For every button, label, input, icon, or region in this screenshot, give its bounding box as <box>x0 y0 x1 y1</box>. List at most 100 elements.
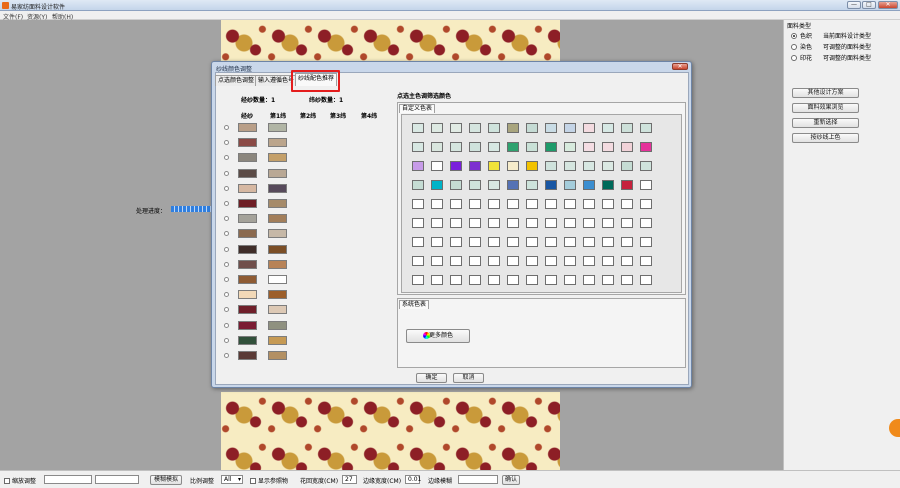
palette-color-cell[interactable] <box>450 256 462 266</box>
palette-color-cell[interactable] <box>602 275 614 285</box>
palette-color-cell[interactable] <box>450 218 462 228</box>
palette-color-cell[interactable] <box>583 218 595 228</box>
fabric-type-option-dyed[interactable]: 染色 可调整的面料类型 <box>791 42 871 51</box>
palette-color-cell[interactable] <box>412 180 424 190</box>
palette-color-cell[interactable] <box>640 218 652 228</box>
palette-color-cell[interactable] <box>507 256 519 266</box>
palette-color-cell[interactable] <box>583 142 595 152</box>
palette-color-cell[interactable] <box>412 142 424 152</box>
weft-color-swatch[interactable] <box>268 199 287 208</box>
palette-color-cell[interactable] <box>412 256 424 266</box>
color-by-yarn-button[interactable]: 按纱线上色 <box>792 133 859 143</box>
weft-color-swatch[interactable] <box>268 153 287 163</box>
radio-dyed[interactable] <box>791 43 797 50</box>
weft-color-swatch[interactable] <box>268 138 287 148</box>
palette-color-cell[interactable] <box>507 161 519 171</box>
warp-color-swatch[interactable] <box>238 320 257 330</box>
palette-color-cell[interactable] <box>545 218 557 228</box>
palette-color-cell[interactable] <box>507 275 519 285</box>
palette-color-cell[interactable] <box>507 237 519 247</box>
zoom-slider-secondary[interactable] <box>95 475 139 484</box>
yarn-row-radio[interactable] <box>224 337 229 343</box>
palette-color-cell[interactable] <box>507 180 519 190</box>
dialog-close-button[interactable]: ✕ <box>672 63 688 70</box>
zoom-slider[interactable] <box>44 475 92 484</box>
palette-color-cell[interactable] <box>602 161 614 171</box>
palette-color-cell[interactable] <box>469 161 481 171</box>
warp-color-swatch[interactable] <box>238 199 257 208</box>
palette-color-cell[interactable] <box>469 275 481 285</box>
palette-color-cell[interactable] <box>431 161 443 171</box>
palette-color-cell[interactable] <box>621 218 633 228</box>
warp-color-swatch[interactable] <box>238 183 257 193</box>
palette-color-cell[interactable] <box>545 275 557 285</box>
confirm-button[interactable]: 确认 <box>502 475 520 485</box>
yarn-row-radio[interactable] <box>224 246 229 252</box>
palette-color-cell[interactable] <box>450 180 462 190</box>
palette-color-cell[interactable] <box>621 237 633 247</box>
warp-color-swatch[interactable] <box>238 275 257 284</box>
palette-color-cell[interactable] <box>526 142 538 152</box>
palette-color-cell[interactable] <box>545 256 557 266</box>
palette-color-cell[interactable] <box>488 275 500 285</box>
palette-color-cell[interactable] <box>564 180 576 190</box>
palette-color-cell[interactable] <box>545 161 557 171</box>
ratio-select[interactable]: All ▾ <box>221 475 243 484</box>
yarn-row-radio[interactable] <box>224 277 229 282</box>
weft-color-swatch[interactable] <box>268 123 287 132</box>
palette-color-cell[interactable] <box>507 123 519 133</box>
weft-color-swatch[interactable] <box>268 168 287 178</box>
palette-color-cell[interactable] <box>583 237 595 247</box>
palette-color-cell[interactable] <box>412 199 424 209</box>
yarn-row-radio[interactable] <box>224 261 229 267</box>
palette-color-cell[interactable] <box>450 142 462 152</box>
palette-color-cell[interactable] <box>602 256 614 266</box>
minimize-button[interactable]: — <box>847 1 861 9</box>
warp-color-swatch[interactable] <box>238 123 257 132</box>
warp-color-swatch[interactable] <box>238 153 257 163</box>
palette-color-cell[interactable] <box>621 180 633 190</box>
tab-click-color-adjust[interactable]: 点选颜色调整 <box>215 75 258 86</box>
zoom-adjust-toggle[interactable]: 缩放调整 <box>4 476 36 485</box>
palette-color-cell[interactable] <box>469 180 481 190</box>
palette-color-cell[interactable] <box>602 142 614 152</box>
palette-color-cell[interactable] <box>640 142 652 152</box>
warp-color-swatch[interactable] <box>238 168 257 178</box>
palette-color-cell[interactable] <box>450 199 462 209</box>
weft-color-swatch[interactable] <box>268 183 287 193</box>
palette-color-cell[interactable] <box>450 161 462 171</box>
weft-color-swatch[interactable] <box>268 229 287 239</box>
palette-color-cell[interactable] <box>431 275 443 285</box>
palette-color-cell[interactable] <box>640 237 652 247</box>
yarn-row-radio[interactable] <box>224 170 229 176</box>
show-reference-checkbox[interactable] <box>250 477 256 484</box>
radio-yarn-dyed[interactable] <box>791 32 797 39</box>
palette-color-cell[interactable] <box>545 142 557 152</box>
menu-help[interactable]: 帮助(H) <box>52 12 73 21</box>
yarn-row-radio[interactable] <box>224 353 229 358</box>
warp-color-swatch[interactable] <box>238 305 257 315</box>
palette-color-cell[interactable] <box>583 161 595 171</box>
palette-color-cell[interactable] <box>602 199 614 209</box>
palette-color-cell[interactable] <box>469 142 481 152</box>
palette-color-cell[interactable] <box>507 218 519 228</box>
weft-color-swatch[interactable] <box>268 290 287 300</box>
palette-color-cell[interactable] <box>564 142 576 152</box>
close-window-button[interactable]: ✕ <box>878 1 898 9</box>
radio-print[interactable] <box>791 54 797 61</box>
palette-color-cell[interactable] <box>526 275 538 285</box>
palette-color-cell[interactable] <box>602 180 614 190</box>
palette-color-cell[interactable] <box>621 256 633 266</box>
palette-color-cell[interactable] <box>602 123 614 133</box>
warp-color-swatch[interactable] <box>238 244 257 254</box>
palette-color-cell[interactable] <box>412 161 424 171</box>
palette-color-cell[interactable] <box>469 256 481 266</box>
palette-color-cell[interactable] <box>564 237 576 247</box>
palette-color-cell[interactable] <box>526 199 538 209</box>
zoom-adjust-checkbox[interactable] <box>4 477 10 484</box>
yarn-row-radio[interactable] <box>224 125 229 130</box>
palette-color-cell[interactable] <box>469 123 481 133</box>
palette-color-cell[interactable] <box>431 256 443 266</box>
warp-color-swatch[interactable] <box>238 259 257 269</box>
palette-color-cell[interactable] <box>640 180 652 190</box>
